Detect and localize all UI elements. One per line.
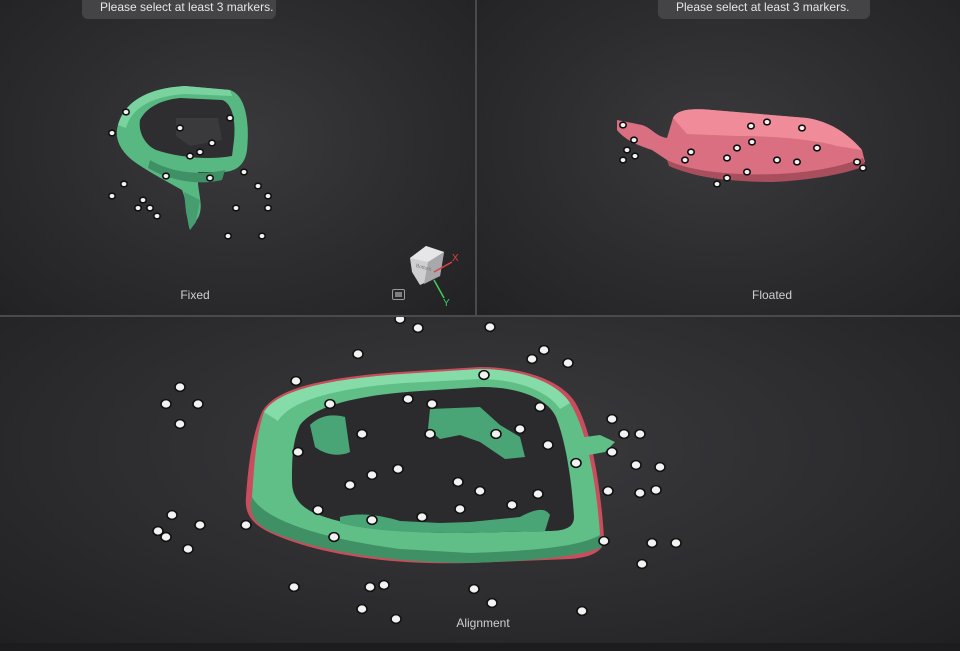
view-cube[interactable]: Bottom X Y	[0, 0, 475, 315]
marker-dot[interactable]	[724, 155, 730, 161]
marker-dot[interactable]	[631, 461, 641, 469]
marker-dot[interactable]	[607, 415, 617, 423]
marker-dot[interactable]	[161, 400, 171, 408]
marker-dot[interactable]	[367, 516, 377, 524]
marker-dot[interactable]	[533, 490, 543, 498]
marker-dot[interactable]	[603, 487, 613, 495]
marker-dot[interactable]	[624, 147, 630, 153]
marker-dot[interactable]	[485, 323, 495, 331]
marker-dot[interactable]	[607, 448, 617, 456]
marker-dot[interactable]	[748, 123, 754, 129]
marker-dot[interactable]	[357, 430, 367, 438]
marker-dot[interactable]	[599, 537, 609, 545]
marker-dot[interactable]	[527, 355, 537, 363]
marker-dot[interactable]	[764, 119, 770, 125]
marker-dot[interactable]	[635, 430, 645, 438]
marker-dot[interactable]	[289, 583, 299, 591]
marker-hint-floated: Please select at least 3 markers.	[658, 0, 870, 19]
marker-dot[interactable]	[479, 371, 489, 379]
marker-dot[interactable]	[367, 471, 377, 479]
marker-dot[interactable]	[714, 181, 720, 187]
marker-dot[interactable]	[193, 400, 203, 408]
marker-dot[interactable]	[794, 159, 800, 165]
marker-dot[interactable]	[153, 527, 163, 535]
marker-dot[interactable]	[724, 175, 730, 181]
alignment-mesh[interactable]	[245, 367, 615, 564]
marker-dot[interactable]	[417, 513, 427, 521]
marker-dot[interactable]	[403, 395, 413, 403]
marker-dot[interactable]	[651, 486, 661, 494]
marker-dot[interactable]	[453, 478, 463, 486]
marker-dot[interactable]	[379, 581, 389, 589]
marker-dot[interactable]	[515, 425, 525, 433]
bottom-status-strip	[0, 643, 960, 651]
alignment-scene[interactable]	[0, 317, 960, 643]
marker-dot[interactable]	[539, 346, 549, 354]
marker-dot[interactable]	[682, 157, 688, 163]
marker-dot[interactable]	[799, 125, 805, 131]
marker-dot[interactable]	[491, 430, 501, 438]
marker-dot[interactable]	[860, 165, 866, 171]
alignment-viewport[interactable]: Alignment	[0, 317, 960, 643]
marker-dot[interactable]	[637, 560, 647, 568]
marker-dot[interactable]	[357, 605, 367, 613]
marker-dot[interactable]	[744, 169, 750, 175]
marker-dot[interactable]	[619, 430, 629, 438]
marker-dot[interactable]	[175, 383, 185, 391]
marker-dot[interactable]	[329, 533, 339, 541]
marker-dot[interactable]	[577, 607, 587, 615]
marker-dot[interactable]	[455, 505, 465, 513]
marker-dot[interactable]	[161, 533, 171, 541]
marker-dot[interactable]	[563, 359, 573, 367]
marker-dot[interactable]	[535, 403, 545, 411]
marker-dot[interactable]	[195, 521, 205, 529]
marker-dot[interactable]	[487, 599, 497, 607]
marker-dot[interactable]	[469, 585, 479, 593]
marker-dot[interactable]	[391, 615, 401, 623]
marker-dot[interactable]	[814, 145, 820, 151]
marker-dot[interactable]	[353, 350, 363, 358]
marker-dot[interactable]	[291, 377, 301, 385]
marker-dot[interactable]	[688, 149, 694, 155]
fixed-viewport[interactable]: Please select at least 3 markers. Fixed …	[0, 0, 475, 315]
fit-view-icon[interactable]	[392, 289, 405, 300]
floated-viewport[interactable]: Please select at least 3 markers. Floate…	[477, 0, 960, 315]
marker-dot[interactable]	[671, 539, 681, 547]
x-axis-label: X	[452, 253, 459, 264]
marker-dot[interactable]	[393, 465, 403, 473]
floated-scene[interactable]	[477, 0, 960, 315]
marker-dot[interactable]	[475, 487, 485, 495]
marker-dot[interactable]	[632, 153, 638, 159]
y-axis-line	[433, 279, 445, 299]
marker-dot[interactable]	[365, 583, 375, 591]
marker-dot[interactable]	[293, 448, 303, 456]
marker-dot[interactable]	[241, 521, 251, 529]
marker-dot[interactable]	[635, 489, 645, 497]
marker-dot[interactable]	[647, 539, 657, 547]
viewport-label-alignment: Alignment	[456, 616, 510, 630]
floated-mesh[interactable]	[617, 109, 865, 182]
y-axis-label: Y	[443, 298, 450, 309]
marker-dot[interactable]	[734, 145, 740, 151]
marker-dot[interactable]	[854, 159, 860, 165]
marker-dot[interactable]	[167, 511, 177, 519]
marker-dot[interactable]	[413, 324, 423, 332]
marker-dot[interactable]	[620, 122, 626, 128]
marker-dot[interactable]	[620, 157, 626, 163]
viewport-label-floated: Floated	[751, 288, 793, 302]
marker-dot[interactable]	[571, 459, 581, 467]
marker-dot[interactable]	[175, 420, 185, 428]
marker-dot[interactable]	[325, 400, 335, 408]
marker-dot[interactable]	[313, 506, 323, 514]
marker-dot[interactable]	[345, 481, 355, 489]
marker-dot[interactable]	[425, 430, 435, 438]
marker-dot[interactable]	[507, 501, 517, 509]
marker-dot[interactable]	[543, 441, 553, 449]
marker-dot[interactable]	[774, 157, 780, 163]
marker-dot[interactable]	[655, 463, 665, 471]
marker-dot[interactable]	[631, 137, 637, 143]
marker-dot[interactable]	[183, 545, 193, 553]
marker-dot[interactable]	[749, 139, 755, 145]
marker-dot[interactable]	[427, 400, 437, 408]
